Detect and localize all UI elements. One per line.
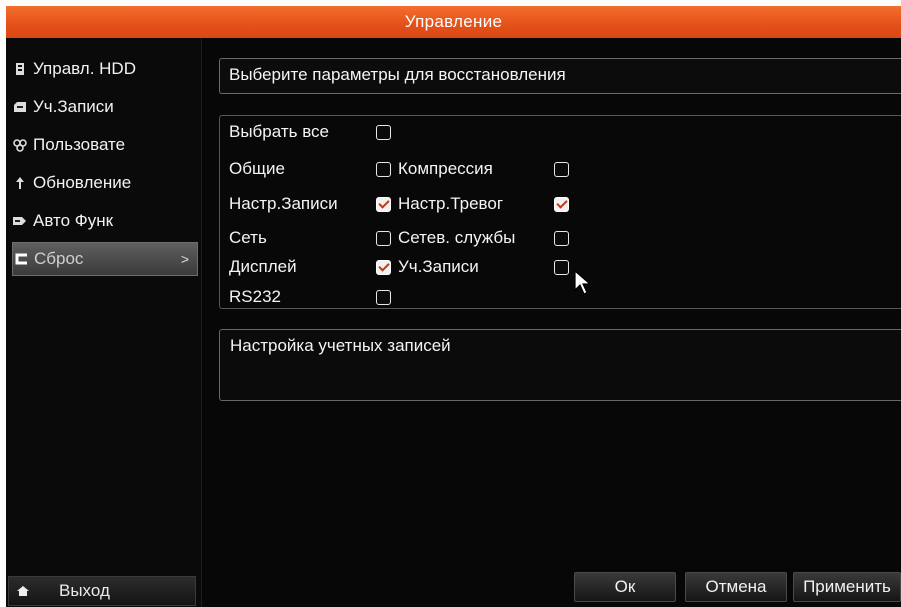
rs232-label: RS232 bbox=[229, 287, 281, 306]
network-checkbox[interactable] bbox=[376, 231, 391, 246]
sidebar-item-label: Авто Функ bbox=[33, 211, 114, 230]
sidebar-item-label: Пользовате bbox=[33, 135, 126, 154]
select-all-checkbox[interactable] bbox=[376, 125, 391, 140]
accounts-label: Уч.Записи bbox=[398, 257, 479, 276]
cancel-button[interactable]: Отмена bbox=[685, 572, 787, 602]
option-description: Настройка учетных записей bbox=[219, 329, 901, 401]
chevron-right-icon: > bbox=[180, 251, 189, 267]
ok-button[interactable]: Ок bbox=[574, 572, 676, 602]
apply-button[interactable]: Применить bbox=[793, 572, 901, 602]
restore-options-panel: Выбрать все Общие Компрессия Настр.Запис… bbox=[219, 115, 901, 309]
sidebar-item-accounts[interactable]: Уч.Записи bbox=[12, 90, 198, 124]
exit-button[interactable]: Выход bbox=[8, 576, 196, 606]
sidebar-item-reset[interactable]: Сброс > bbox=[12, 242, 198, 276]
network-services-checkbox[interactable] bbox=[554, 231, 569, 246]
dvr-screen: Управление Управл. HDD Уч.Записи Пользов… bbox=[6, 6, 901, 607]
general-checkbox[interactable] bbox=[376, 162, 391, 177]
general-label: Общие bbox=[229, 159, 285, 178]
reset-icon bbox=[13, 251, 29, 267]
sidebar-item-upgrade[interactable]: Обновление bbox=[12, 166, 198, 200]
sidebar: Управл. HDD Уч.Записи Пользовате Обновле… bbox=[6, 38, 202, 607]
hdd-icon bbox=[12, 61, 28, 77]
home-icon bbox=[9, 585, 37, 597]
sidebar-item-label: Уч.Записи bbox=[33, 97, 114, 116]
window-title: Управление bbox=[6, 6, 901, 38]
display-label: Дисплей bbox=[229, 257, 297, 276]
record-settings-label: Настр.Записи bbox=[229, 194, 338, 213]
alarm-settings-label: Настр.Тревог bbox=[398, 194, 504, 213]
mouse-cursor-icon bbox=[574, 270, 592, 295]
alarm-settings-checkbox[interactable] bbox=[554, 197, 569, 212]
rs232-checkbox[interactable] bbox=[376, 290, 391, 305]
sidebar-item-label: Управл. HDD bbox=[33, 59, 136, 78]
users-icon bbox=[12, 137, 28, 153]
record-settings-checkbox[interactable] bbox=[376, 197, 391, 212]
sidebar-item-hdd[interactable]: Управл. HDD bbox=[12, 52, 198, 86]
sidebar-item-users[interactable]: Пользовате bbox=[12, 128, 198, 162]
compression-label: Компрессия bbox=[398, 159, 493, 178]
sidebar-item-label: Обновление bbox=[33, 173, 132, 192]
exit-label: Выход bbox=[59, 581, 110, 600]
upgrade-icon bbox=[12, 175, 28, 191]
sidebar-item-label: Сброс bbox=[34, 249, 84, 268]
sidebar-item-auto-function[interactable]: Авто Функ bbox=[12, 204, 198, 238]
accounts-checkbox[interactable] bbox=[554, 260, 569, 275]
network-label: Сеть bbox=[229, 228, 267, 247]
user-account-icon bbox=[12, 99, 28, 115]
restore-params-header: Выберите параметры для восстановления bbox=[219, 58, 901, 94]
select-all-label: Выбрать все bbox=[229, 122, 329, 141]
compression-checkbox[interactable] bbox=[554, 162, 569, 177]
network-services-label: Сетев. службы bbox=[398, 228, 516, 247]
display-checkbox[interactable] bbox=[376, 260, 391, 275]
auto-function-icon bbox=[12, 213, 28, 229]
